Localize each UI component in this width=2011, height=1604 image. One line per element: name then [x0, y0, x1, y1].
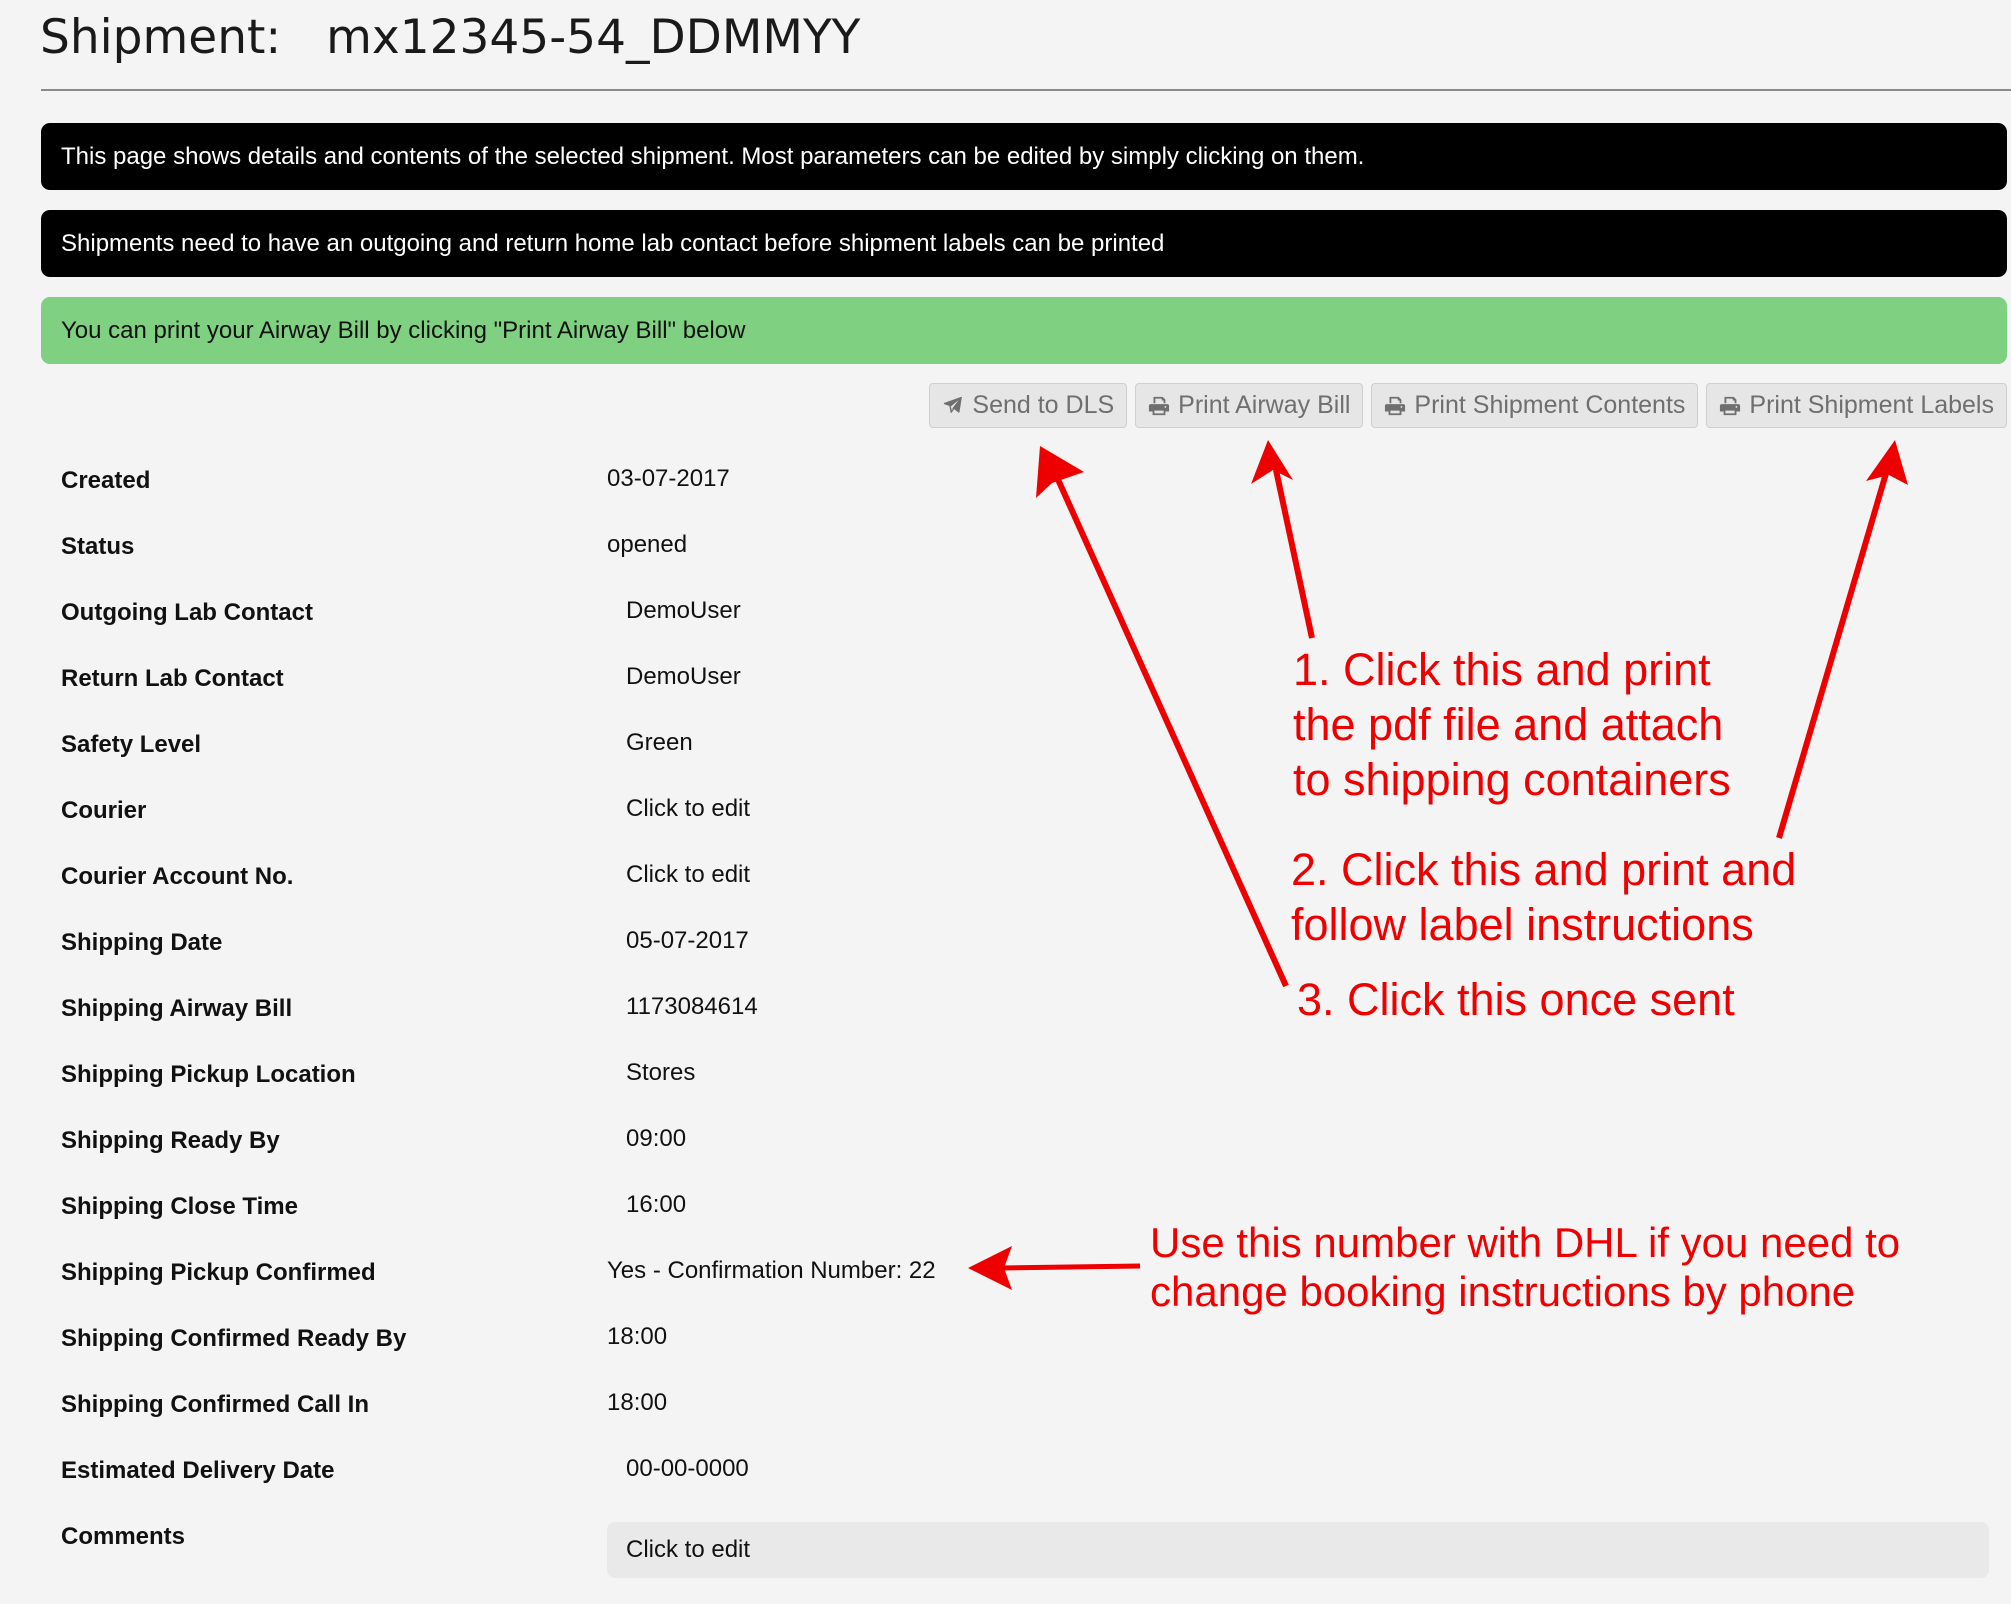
safety-level-value[interactable]: Green: [626, 723, 693, 763]
detail-label: Shipping Confirmed Ready By: [61, 1325, 407, 1352]
detail-label: Status: [61, 533, 135, 560]
page-title-prefix: Shipment:: [40, 10, 282, 65]
detail-row-confirmed-ready-by: Shipping Confirmed Ready By 18:00: [0, 1319, 1100, 1359]
comments-field[interactable]: Click to edit: [607, 1522, 1989, 1578]
detail-label: Return Lab Contact: [61, 665, 284, 692]
annotation-line: 1. Click this and print: [1293, 644, 1711, 695]
detail-label: Shipping Pickup Confirmed: [61, 1259, 376, 1286]
return-contact-value[interactable]: DemoUser: [626, 657, 741, 697]
annotation-line: change booking instructions by phone: [1150, 1268, 1856, 1315]
detail-row-status: Status opened: [0, 527, 1100, 567]
detail-row-pickup-location: Shipping Pickup Location Stores: [0, 1055, 1100, 1095]
confirmed-ready-by-value: 18:00: [607, 1323, 668, 1350]
detail-row-pickup-confirmed: Shipping Pickup Confirmed Yes - Confirma…: [0, 1253, 1100, 1293]
detail-row-created: Created 03-07-2017: [0, 461, 1100, 501]
close-time-value[interactable]: 16:00: [626, 1185, 686, 1225]
detail-row-estimated-delivery: Estimated Delivery Date 00-00-0000: [0, 1451, 1100, 1491]
print-shipment-contents-label: Print Shipment Contents: [1414, 391, 1686, 419]
courier-account-value[interactable]: Click to edit: [626, 855, 750, 895]
detail-label: Courier Account No.: [61, 863, 294, 890]
detail-label: Created: [61, 467, 151, 494]
shipping-date-value[interactable]: 05-07-2017: [626, 921, 749, 961]
detail-row-close-time: Shipping Close Time 16:00: [0, 1187, 1100, 1227]
arrow-print-airway-bill: [1273, 469, 1315, 639]
annotation-step-2: 2. Click this and print and follow label…: [1291, 842, 1796, 952]
courier-value[interactable]: Click to edit: [626, 789, 750, 829]
annotation-line: the pdf file and attach: [1293, 699, 1724, 750]
send-to-dls-label: Send to DLS: [972, 391, 1115, 419]
print-shipment-labels-button[interactable]: Print Shipment Labels: [1706, 383, 2007, 428]
printer-icon: [1385, 396, 1406, 415]
outgoing-contact-value[interactable]: DemoUser: [626, 591, 741, 631]
print-shipment-contents-button[interactable]: Print Shipment Contents: [1371, 383, 1699, 428]
annotation-line: follow label instructions: [1291, 899, 1754, 950]
detail-label: Shipping Confirmed Call In: [61, 1391, 369, 1418]
success-banner: You can print your Airway Bill by clicki…: [41, 297, 2007, 364]
detail-label: Outgoing Lab Contact: [61, 599, 313, 626]
annotation-dhl-note: Use this number with DHL if you need to …: [1150, 1218, 1900, 1316]
shipment-id: mx12345-54_DDMMYY: [326, 10, 861, 65]
detail-row-outgoing-contact: Outgoing Lab Contact DemoUser: [0, 593, 1100, 633]
arrow-head-print-airway-bill: [1251, 440, 1293, 484]
plane-icon: [944, 396, 963, 413]
detail-row-confirmed-call-in: Shipping Confirmed Call In 18:00: [0, 1385, 1100, 1425]
annotation-step-3: 3. Click this once sent: [1297, 974, 1735, 1025]
estimated-delivery-value[interactable]: 00-00-0000: [626, 1449, 749, 1489]
page-title: Shipment: mx12345-54_DDMMYY: [40, 10, 860, 65]
send-to-dls-button[interactable]: Send to DLS: [929, 383, 1128, 428]
created-value: 03-07-2017: [607, 465, 730, 492]
detail-label: Shipping Airway Bill: [61, 995, 293, 1022]
print-shipment-labels-label: Print Shipment Labels: [1749, 391, 1994, 419]
detail-label: Courier: [61, 797, 147, 824]
detail-row-courier-account: Courier Account No. Click to edit: [0, 857, 1100, 897]
arrow-print-shipment-labels: [1776, 469, 1890, 839]
annotation-step-1: 1. Click this and print the pdf file and…: [1293, 642, 1731, 807]
title-divider: [41, 89, 2011, 91]
detail-label: Shipping Close Time: [61, 1193, 298, 1220]
annotation-line: Use this number with DHL if you need to: [1150, 1219, 1901, 1266]
detail-label: Shipping Ready By: [61, 1127, 280, 1154]
print-airway-bill-label: Print Airway Bill: [1178, 391, 1351, 419]
detail-row-courier: Courier Click to edit: [0, 791, 1100, 831]
pickup-confirmed-value: Yes - Confirmation Number: 22: [607, 1257, 936, 1284]
info-banner: This page shows details and contents of …: [41, 123, 2007, 190]
printer-icon: [1720, 396, 1741, 415]
printer-icon: [1149, 396, 1170, 415]
detail-label: Shipping Date: [61, 929, 223, 956]
detail-row-return-contact: Return Lab Contact DemoUser: [0, 659, 1100, 699]
detail-row-ready-by: Shipping Ready By 09:00: [0, 1121, 1100, 1161]
annotation-line: 2. Click this and print and: [1291, 844, 1797, 895]
status-value: opened: [607, 531, 688, 558]
airway-bill-value[interactable]: 1173084614: [626, 987, 758, 1027]
detail-row-shipping-date: Shipping Date 05-07-2017: [0, 923, 1100, 963]
contact-warning-banner: Shipments need to have an outgoing and r…: [41, 210, 2007, 277]
detail-label: Estimated Delivery Date: [61, 1457, 335, 1484]
detail-label: Safety Level: [61, 731, 202, 758]
pickup-location-value[interactable]: Stores: [626, 1053, 695, 1093]
annotation-line: to shipping containers: [1293, 754, 1731, 805]
detail-label: Comments: [61, 1523, 186, 1550]
detail-label: Shipping Pickup Location: [61, 1061, 356, 1088]
ready-by-value[interactable]: 09:00: [626, 1119, 686, 1159]
confirmed-call-in-value: 18:00: [607, 1389, 668, 1416]
print-airway-bill-button[interactable]: Print Airway Bill: [1135, 383, 1364, 428]
detail-row-airway-bill: Shipping Airway Bill 1173084614: [0, 989, 1100, 1029]
shipment-toolbar: Send to DLS Print Airway Bill Print Ship…: [929, 383, 2007, 428]
detail-row-safety-level: Safety Level Green: [0, 725, 1100, 765]
arrow-head-print-shipment-labels: [1866, 440, 1908, 485]
